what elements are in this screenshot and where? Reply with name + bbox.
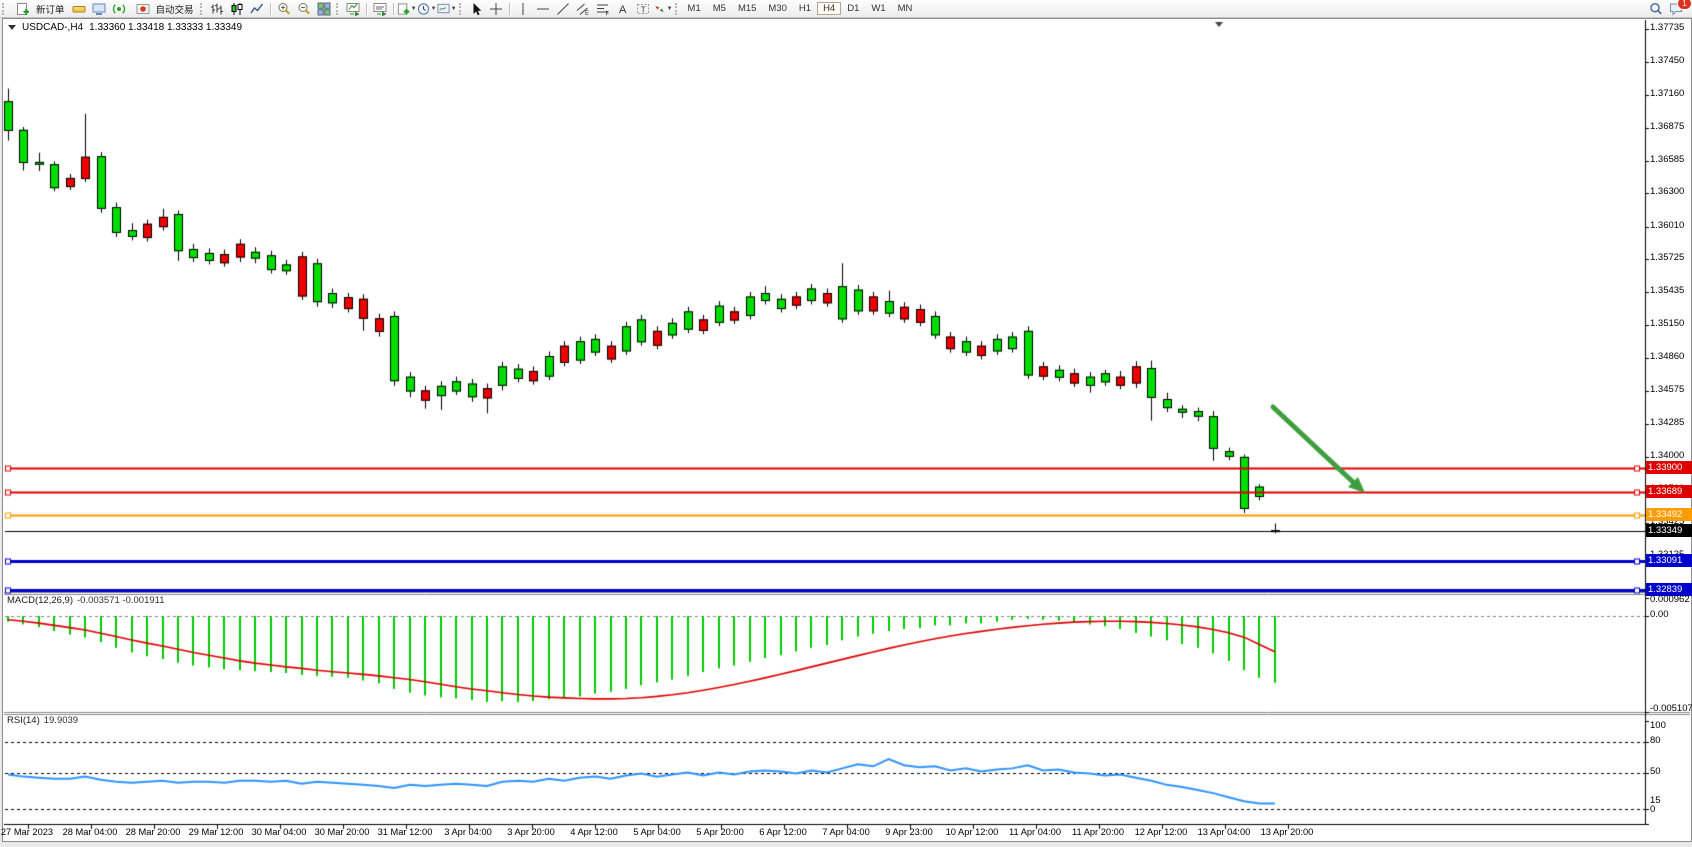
- time-axis-label: 30 Mar 04:00: [243, 827, 315, 837]
- symbol-title: USDCAD-,H4: [22, 22, 83, 33]
- chart-window: [2, 18, 1692, 842]
- price-axis-label: 1.36300: [1650, 186, 1684, 197]
- chart-canvas[interactable]: [1, 1, 1692, 847]
- macd-values: -0.003571 -0.001911: [77, 595, 165, 606]
- price-axis-label: 1.37450: [1650, 55, 1684, 66]
- price-axis-label: 1.35150: [1650, 318, 1684, 329]
- chart-title-bar: USDCAD-,H4 1.33360 1.33418 1.33333 1.333…: [8, 22, 242, 33]
- time-axis-label: 11 Apr 04:00: [999, 827, 1071, 837]
- rsi-name: RSI(14): [7, 715, 40, 726]
- rsi-axis-label: 100: [1650, 720, 1666, 731]
- price-badge: 1.33900: [1646, 461, 1692, 474]
- price-badge: 1.33492: [1646, 508, 1692, 521]
- time-axis-label: 12 Apr 12:00: [1125, 827, 1197, 837]
- rsi-axis-label: 80: [1650, 735, 1661, 746]
- price-axis-label: 1.37160: [1650, 88, 1684, 99]
- rsi-axis-label: 50: [1650, 766, 1661, 777]
- time-axis-label: 5 Apr 20:00: [684, 827, 756, 837]
- time-axis-label: 13 Apr 20:00: [1251, 827, 1323, 837]
- time-axis-label: 13 Apr 04:00: [1188, 827, 1260, 837]
- time-axis-label: 7 Apr 04:00: [810, 827, 882, 837]
- macd-axis-label: 0.00: [1650, 609, 1669, 620]
- price-axis-label: 1.35725: [1650, 252, 1684, 263]
- price-axis-label: 1.36585: [1650, 154, 1684, 165]
- price-axis-label: 1.34860: [1650, 351, 1684, 362]
- time-axis-label: 28 Mar 04:00: [54, 827, 126, 837]
- price-badge: 1.33091: [1646, 554, 1692, 567]
- macd-axis-label: 0.000962: [1650, 594, 1690, 605]
- time-axis-label: 31 Mar 12:00: [369, 827, 441, 837]
- macd-pane-label: MACD(12,26,9) -0.003571 -0.001911: [7, 595, 165, 606]
- time-axis-label: 11 Apr 20:00: [1062, 827, 1134, 837]
- time-axis-label: 6 Apr 12:00: [747, 827, 819, 837]
- price-badge: 1.33349: [1646, 524, 1692, 537]
- time-axis-label: 3 Apr 20:00: [495, 827, 567, 837]
- time-axis-label: 5 Apr 04:00: [621, 827, 693, 837]
- macd-name: MACD(12,26,9): [7, 595, 73, 606]
- price-axis-label: 1.36875: [1650, 121, 1684, 132]
- one-click-toggle-icon[interactable]: [8, 25, 16, 30]
- price-axis-label: 1.34575: [1650, 384, 1684, 395]
- rsi-axis-label: 0: [1650, 804, 1655, 815]
- rsi-pane-label: RSI(14) 19.9039: [7, 715, 78, 726]
- time-axis-label: 4 Apr 12:00: [558, 827, 630, 837]
- time-axis-label: 28 Mar 20:00: [117, 827, 189, 837]
- time-axis-label: 29 Mar 12:00: [180, 827, 252, 837]
- ohlc-readout: 1.33360 1.33418 1.33333 1.33349: [89, 22, 242, 33]
- time-axis-label: 10 Apr 12:00: [936, 827, 1008, 837]
- time-axis-label: 30 Mar 20:00: [306, 827, 378, 837]
- price-axis-label: 1.36010: [1650, 220, 1684, 231]
- rsi-value: 19.9039: [44, 715, 78, 726]
- time-axis-label: 3 Apr 04:00: [432, 827, 504, 837]
- price-axis-label: 1.37735: [1650, 22, 1684, 33]
- price-axis-label: 1.35435: [1650, 285, 1684, 296]
- macd-axis-label: -0.005107: [1650, 703, 1692, 714]
- price-badge: 1.33689: [1646, 485, 1692, 498]
- price-axis-label: 1.34285: [1650, 417, 1684, 428]
- price-axis-label: 1.34000: [1650, 450, 1684, 461]
- time-axis-label: 9 Apr 23:00: [873, 827, 945, 837]
